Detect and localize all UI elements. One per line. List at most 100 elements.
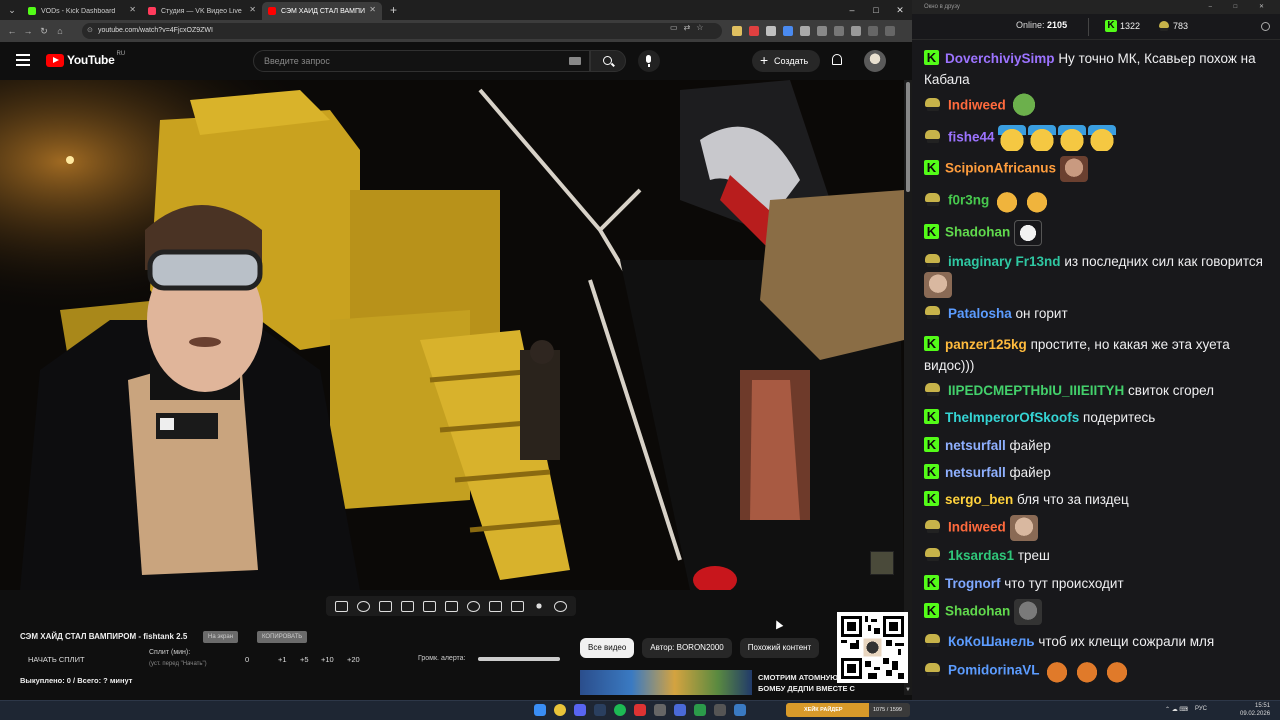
tab-close-icon[interactable]: ✕ (129, 5, 136, 14)
chat-username[interactable]: Patalosha (948, 306, 1012, 321)
steam-icon[interactable] (594, 704, 606, 716)
speed-icon[interactable] (467, 600, 480, 612)
menu-icon[interactable] (16, 54, 30, 66)
keyboard-icon[interactable] (569, 57, 581, 65)
chat-username[interactable]: PomidorinaVL (948, 663, 1040, 678)
chat-username[interactable]: КоКоШанель (948, 634, 1035, 649)
browser-tab[interactable]: СЭМ ХАЙД СТАЛ ВАМПИР ✕ (262, 2, 382, 20)
close-icon[interactable]: ✕ (888, 0, 912, 20)
chip-all-videos[interactable]: Все видео (580, 638, 635, 658)
menu-dots-icon[interactable] (885, 26, 895, 36)
new-tab-icon[interactable]: + (390, 3, 397, 17)
scroll-down-icon[interactable]: ▼ (905, 687, 911, 693)
extension-icon[interactable] (783, 26, 793, 36)
page-scrollbar[interactable]: ▼ (904, 80, 912, 695)
split-value[interactable]: 0 (245, 655, 249, 664)
url-field[interactable]: ⊙ youtube.com/watch?v=4FjcxOZ9ZWI (82, 23, 722, 39)
tab-close-icon[interactable]: ✕ (369, 5, 376, 14)
chip-related[interactable]: Похожий контент (739, 638, 820, 658)
discord-icon[interactable] (574, 704, 586, 716)
youtube-logo[interactable]: YouTube RU (46, 51, 125, 67)
clock[interactable]: 15:51 09.02.2026 (1240, 702, 1270, 718)
chat-username[interactable]: panzer125kg (945, 337, 1027, 352)
picture-in-picture-icon[interactable] (422, 600, 436, 612)
app-icon[interactable] (674, 704, 686, 716)
chat-username[interactable]: 1ksardas1 (948, 548, 1014, 563)
browser-tab[interactable]: VODs - Kick Dashboard ✕ (22, 2, 142, 20)
chat-username[interactable]: IIPEDCMEPTHbIU_IIIEIITYH (948, 383, 1124, 398)
plus-box-icon[interactable] (489, 600, 503, 612)
app-icon[interactable] (694, 704, 706, 716)
chat-username[interactable]: imaginary Fr13nd (948, 254, 1061, 269)
add-5-button[interactable]: +5 (300, 655, 309, 664)
download-icon[interactable] (834, 26, 844, 36)
loop-icon[interactable] (334, 600, 348, 612)
clapperboard-icon[interactable] (400, 600, 414, 612)
cast-icon[interactable]: ▭ (670, 23, 678, 32)
add-1-button[interactable]: +1 (278, 655, 287, 664)
copy-button[interactable]: КОПИРОВАТЬ (257, 631, 308, 643)
notifications-bell-icon[interactable] (832, 54, 842, 65)
chrome-icon[interactable] (554, 704, 566, 716)
system-tray-icons[interactable]: ⌃ ☁ ⌨ (1165, 706, 1188, 713)
chat-username[interactable]: Trognorf (945, 576, 1001, 591)
chat-username[interactable]: Indiweed (948, 520, 1006, 535)
spotify-icon[interactable] (614, 704, 626, 716)
create-button[interactable]: + Создать (752, 50, 820, 72)
home-icon[interactable]: ⌂ (52, 26, 68, 36)
chat-feed[interactable]: DoverchiviySimp Ну точно МК, Ксавьер пох… (912, 40, 1280, 700)
start-windows-icon[interactable] (534, 704, 546, 716)
chat-username[interactable]: ScipionAfricanus (945, 161, 1056, 176)
extension-icon[interactable] (732, 26, 742, 36)
extension-icon[interactable] (749, 26, 759, 36)
chat-window-controls[interactable]: – □ ✕ (1209, 0, 1274, 14)
flask-icon[interactable] (533, 600, 546, 612)
chat-username[interactable]: netsurfall (945, 465, 1006, 480)
voice-search-icon[interactable] (638, 50, 660, 72)
chat-username[interactable]: f0r3ng (948, 193, 989, 208)
search-button[interactable] (590, 50, 626, 72)
show-on-screen-button[interactable]: На экран (203, 631, 239, 643)
browser-tab[interactable]: Студия — VK Видео Live ✕ (142, 2, 262, 20)
chip-author[interactable]: Автор: BORON2000 (642, 638, 732, 658)
avatar[interactable] (864, 50, 886, 72)
profile-icon[interactable] (851, 26, 861, 36)
site-info-icon[interactable]: ⊙ (87, 23, 93, 39)
chat-username[interactable]: netsurfall (945, 438, 1006, 453)
app-icon[interactable] (634, 704, 646, 716)
chat-username[interactable]: TheImperorOfSkoofs (945, 410, 1079, 425)
tab-list-icon[interactable]: ⌄ (4, 2, 20, 18)
translate-icon[interactable]: ⇄ (684, 23, 691, 32)
language-indicator[interactable]: РУС (1195, 706, 1207, 712)
sidebar-icon[interactable] (817, 26, 827, 36)
screenshot-camera-icon[interactable] (511, 600, 525, 612)
app-icon[interactable] (654, 704, 666, 716)
settings-gear-icon[interactable] (868, 26, 878, 36)
chat-username[interactable]: fishe44 (948, 130, 995, 145)
back-icon[interactable]: ← (4, 26, 20, 36)
app-icon[interactable] (714, 704, 726, 716)
chat-username[interactable]: Indiweed (948, 98, 1006, 113)
tab-close-icon[interactable]: ✕ (249, 5, 256, 14)
chat-username[interactable]: Shadohan (945, 604, 1010, 619)
video-player[interactable] (0, 80, 904, 590)
add-10-button[interactable]: +10 (321, 655, 334, 664)
extension-icon[interactable] (766, 26, 776, 36)
alert-volume-slider[interactable] (478, 657, 560, 661)
video-settings-icon[interactable] (378, 600, 392, 612)
chat-username[interactable]: sergo_ben (945, 492, 1013, 507)
chat-username[interactable]: DoverchiviySimp (945, 51, 1055, 66)
extensions-puzzle-icon[interactable] (800, 26, 810, 36)
forward-icon[interactable]: → (20, 26, 36, 36)
broadcast-icon[interactable] (356, 600, 370, 612)
start-split-button[interactable]: НАЧАТЬ СПЛИТ (28, 655, 85, 664)
maximize-icon[interactable]: □ (864, 0, 888, 20)
minimize-icon[interactable]: – (840, 0, 864, 20)
scrollbar-thumb[interactable] (906, 82, 910, 192)
bookmark-star-icon[interactable]: ☆ (696, 23, 703, 32)
search-input[interactable]: Введите запрос (253, 50, 590, 72)
chat-settings-icon[interactable] (1261, 22, 1270, 31)
app-icon[interactable] (734, 704, 746, 716)
gear-icon[interactable] (554, 600, 568, 612)
chat-username[interactable]: Shadohan (945, 225, 1010, 240)
